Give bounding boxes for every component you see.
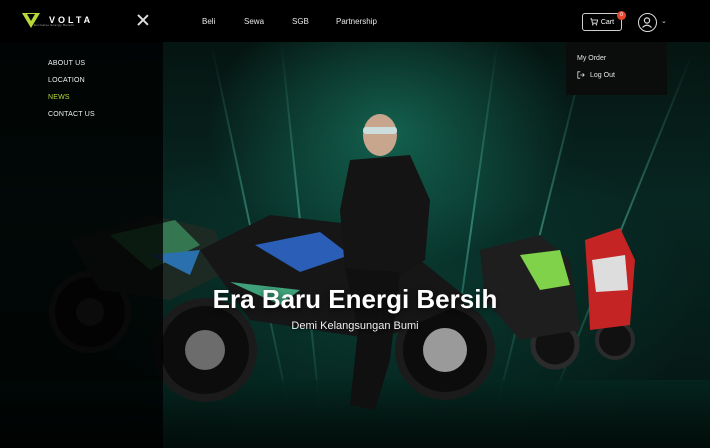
my-order-label: My Order xyxy=(577,55,607,62)
nav-item-sgb[interactable]: SGB xyxy=(292,17,309,26)
cart-icon xyxy=(590,18,598,26)
hero-subtitle: Demi Kelangsungan Bumi xyxy=(291,320,419,332)
user-avatar-icon[interactable] xyxy=(638,13,657,32)
cart-button[interactable]: Cart xyxy=(582,13,622,31)
nav-item-partnership[interactable]: Partnership xyxy=(336,17,377,26)
brand-tagline: Exclusive Energy Benefit xyxy=(34,23,75,27)
side-menu-item-about-us[interactable]: ABOUT US xyxy=(48,60,85,67)
top-navigation-bar: VOLTA Exclusive Energy Benefit Beli Sewa… xyxy=(0,0,710,42)
side-menu-item-news[interactable]: NEWS xyxy=(48,94,70,101)
close-menu-icon[interactable] xyxy=(136,13,150,27)
cart-count-badge: 0 xyxy=(617,11,626,20)
side-menu-item-contact-us[interactable]: CONTACT US xyxy=(48,111,95,118)
hero-title: Era Baru Energi Bersih xyxy=(212,284,498,314)
log-out-menu-item[interactable]: Log Out xyxy=(577,71,615,79)
side-menu: ABOUT US LOCATION NEWS CONTACT US xyxy=(0,42,163,448)
my-order-menu-item[interactable]: My Order xyxy=(577,55,606,62)
side-menu-item-location[interactable]: LOCATION xyxy=(48,77,85,84)
logout-icon xyxy=(577,71,585,79)
log-out-label: Log Out xyxy=(590,71,615,79)
chevron-down-icon[interactable]: ⌄ xyxy=(661,17,667,25)
nav-item-beli[interactable]: Beli xyxy=(202,17,215,26)
user-dropdown-menu: My Order Log Out xyxy=(566,42,667,95)
nav-item-sewa[interactable]: Sewa xyxy=(244,17,264,26)
cart-label: Cart xyxy=(600,18,615,26)
